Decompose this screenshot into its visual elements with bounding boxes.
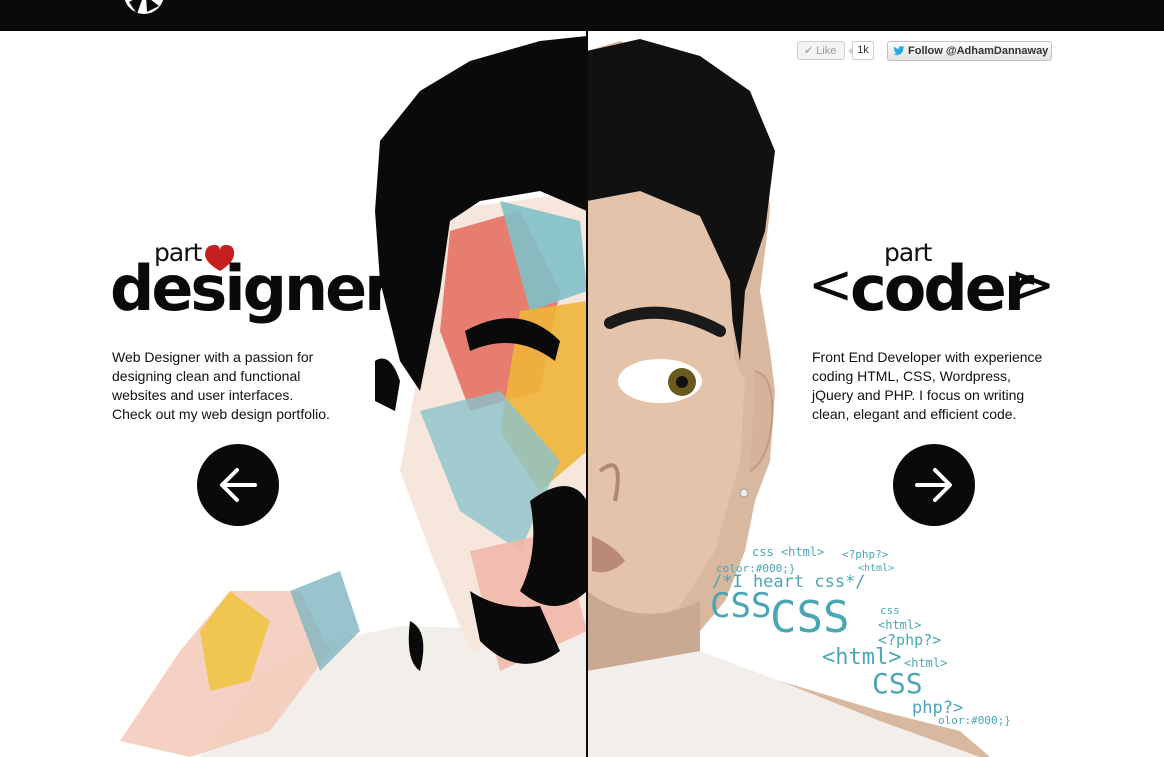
description-line: designing clean and functional [112, 368, 301, 384]
coder-bracket-open: < [808, 253, 853, 316]
designer-description: Web Designer with a passion for designin… [112, 348, 362, 424]
description-line: Check out my web design portfolio. [112, 406, 330, 422]
description-line: Front End Developer with experience [812, 349, 1043, 365]
coder-title: coder [850, 252, 1034, 325]
code-word: CSS [770, 592, 850, 643]
description-line: coding HTML, CSS, Wordpress, [812, 368, 1011, 384]
coder-arrow-button[interactable] [893, 444, 975, 526]
top-bar [0, 0, 1164, 31]
code-word: <html> [878, 618, 922, 632]
code-word: css [880, 604, 900, 617]
arrow-right-icon [915, 468, 952, 502]
code-word: olor:#000;} [938, 714, 1011, 727]
description-line: websites and user interfaces. [112, 387, 294, 403]
coder-bracket-close: > [1010, 253, 1055, 316]
code-word: CSS [872, 667, 923, 700]
code-word: CSS [710, 586, 772, 626]
designer-title: designer [110, 252, 395, 325]
site-logo-icon[interactable] [113, 0, 171, 16]
designer-arrow-button[interactable] [197, 444, 279, 526]
description-line: jQuery and PHP. I focus on writing [812, 387, 1025, 403]
description-line: clean, elegant and efficient code. [812, 406, 1017, 422]
coder-description: Front End Developer with experience codi… [812, 348, 1082, 424]
arrow-left-icon [220, 468, 257, 502]
description-line: Web Designer with a passion for [112, 349, 314, 365]
code-word: css <html> [752, 545, 825, 559]
code-word: <?php?> [842, 548, 889, 561]
